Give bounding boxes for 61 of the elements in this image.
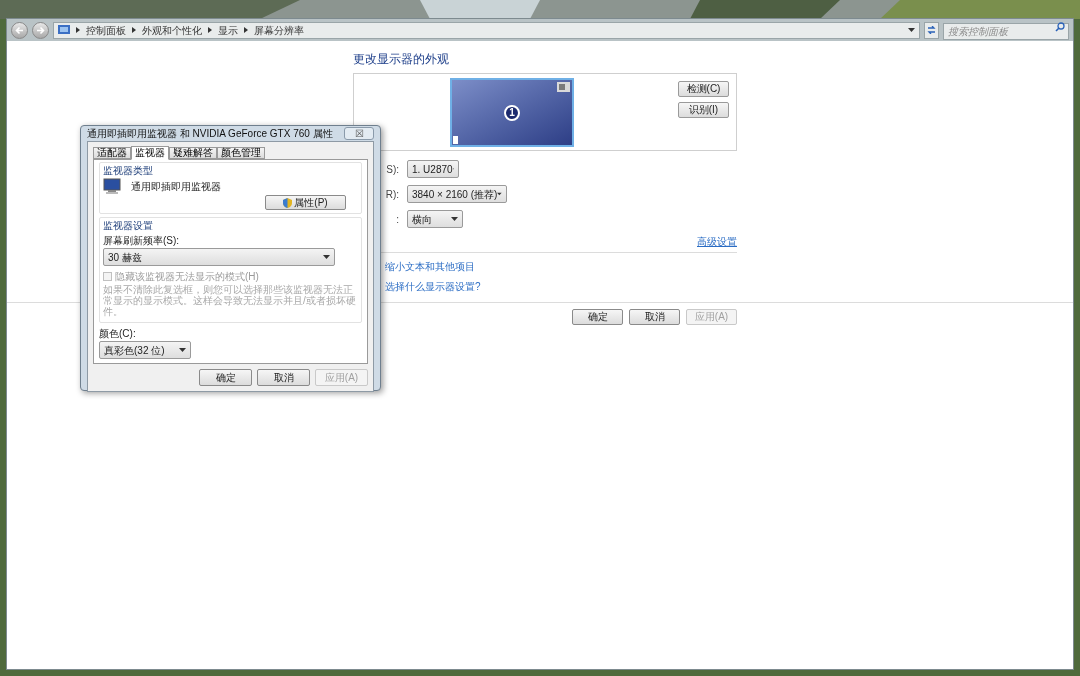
properties-button[interactable]: 属性(P) — [265, 195, 346, 210]
monitor-number: 1 — [504, 104, 520, 121]
dropdown[interactable]: 3840 × 2160 (推荐) — [407, 185, 507, 203]
caret-icon — [179, 348, 186, 352]
setting-label: R): — [385, 187, 399, 202]
address-field[interactable]: 控制面板 外观和个性化 显示 屏幕分辨率 — [53, 21, 920, 39]
dialog-title: 通用即插即用监视器 和 NVIDIA GeForce GTX 760 属性 — [87, 127, 333, 141]
caret-icon — [323, 255, 330, 259]
dropdown[interactable]: 横向 — [407, 210, 463, 228]
refresh-arrows-icon — [927, 26, 936, 34]
dropdown[interactable]: 30 赫兹 — [103, 248, 335, 266]
shield-icon — [283, 197, 293, 208]
help-link[interactable]: 缩小文本和其他项目 — [385, 259, 737, 274]
field-label: 颜色(C): — [99, 327, 137, 341]
dialog-button[interactable]: 取消 — [257, 369, 310, 386]
breadcrumb[interactable]: 外观和个性化 — [142, 22, 202, 38]
taskbar-icon — [453, 136, 458, 144]
window-icon — [557, 82, 570, 92]
tab[interactable]: 颜色管理 — [217, 147, 265, 159]
back-button[interactable] — [11, 21, 28, 39]
breadcrumb[interactable]: 屏幕分辨率 — [254, 22, 304, 38]
monitor-button[interactable]: 检测(C) — [678, 81, 729, 97]
forward-button[interactable] — [32, 21, 49, 39]
caret-icon — [451, 217, 458, 221]
page-heading: 更改显示器的外观 — [353, 53, 450, 65]
monitor-icon — [103, 178, 121, 195]
tab[interactable]: 疑难解答 — [169, 147, 217, 159]
checkbox-label: 隐藏该监视器无法显示的模式(H) — [115, 270, 259, 284]
setting-label: S): — [386, 162, 399, 177]
forward-arrow-icon — [36, 25, 45, 35]
description-text: 如果不清除此复选框，则您可以选择那些该监视器无法正常显示的显示模式。这样会导致无法显示并且/或者损坏硬件。 — [103, 284, 357, 317]
search-field[interactable]: 搜索控制面板 — [943, 23, 1069, 40]
dialog-button[interactable]: 取消 — [629, 309, 680, 325]
chevron-icon — [132, 27, 136, 33]
group-title: 监视器类型 — [103, 164, 154, 178]
tab[interactable]: 适配器 — [93, 147, 131, 159]
group-title: 监视器设置 — [103, 219, 154, 233]
chevron-icon — [208, 27, 212, 33]
chevron-icon — [76, 27, 80, 33]
dropdown[interactable]: 真彩色(32 位) — [99, 341, 191, 359]
close-button[interactable]: ☒ — [344, 127, 374, 140]
control-panel-icon — [58, 24, 70, 36]
breadcrumb[interactable]: 显示 — [218, 22, 238, 38]
advanced-settings-link[interactable]: 高级设置 — [697, 234, 737, 249]
dialog-button[interactable]: 确定 — [199, 369, 252, 386]
setting-label: : — [396, 212, 399, 227]
chevron-icon — [244, 27, 248, 33]
help-link[interactable]: 选择什么显示器设置? — [385, 279, 737, 294]
breadcrumb[interactable]: 控制面板 — [86, 22, 126, 38]
refresh-button[interactable] — [924, 21, 939, 39]
caret-icon — [497, 192, 502, 196]
search-icon — [1055, 22, 1065, 32]
dialog-button[interactable]: 确定 — [572, 309, 623, 325]
caret-icon — [908, 28, 915, 32]
field-label: 屏幕刷新频率(S): — [103, 234, 181, 248]
tab[interactable]: 监视器 — [131, 146, 169, 160]
dropdown[interactable]: 1. U2870 — [407, 160, 459, 178]
back-arrow-icon — [15, 25, 24, 35]
monitor-thumbnail[interactable]: 1 — [450, 78, 574, 147]
monitor-button[interactable]: 识别(I) — [678, 102, 729, 118]
monitor-name: 通用即插即用监视器 — [131, 180, 221, 194]
